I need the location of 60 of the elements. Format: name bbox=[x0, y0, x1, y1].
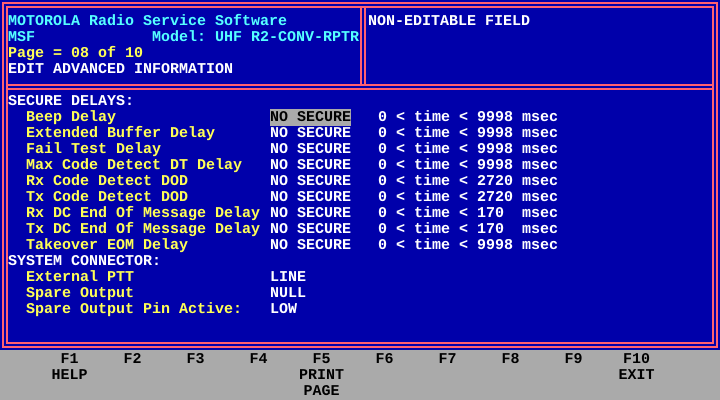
unit-label: msec bbox=[522, 222, 558, 238]
function-key[interactable]: F8 bbox=[479, 352, 542, 400]
range-hint: 0 < time < 9998 bbox=[378, 142, 514, 158]
unit-label: msec bbox=[522, 110, 558, 126]
function-key[interactable]: F9 bbox=[542, 352, 605, 400]
field-info: NON-EDITABLE FIELD bbox=[368, 13, 530, 30]
unit-label: msec bbox=[522, 142, 558, 158]
field-label: Tx DC End Of Message Delay bbox=[26, 222, 262, 238]
unit-label: msec bbox=[522, 126, 558, 142]
function-key[interactable]: F3 bbox=[164, 352, 227, 400]
app-title: MOTOROLA Radio Service Software bbox=[8, 14, 288, 30]
function-key[interactable]: F5 PRINT PAGE bbox=[290, 352, 353, 400]
unit-label: msec bbox=[522, 206, 558, 222]
field-value[interactable]: NO SECURE bbox=[270, 221, 352, 238]
function-key[interactable]: F7 bbox=[416, 352, 479, 400]
field-label: Tx Code Detect DOD bbox=[26, 190, 190, 206]
function-key[interactable]: F10 EXIT bbox=[605, 352, 668, 400]
field-label: Rx Code Detect DOD bbox=[26, 174, 190, 190]
mode-label: EDIT ADVANCED INFORMATION bbox=[8, 62, 234, 78]
field-label: Extended Buffer Delay bbox=[26, 126, 216, 142]
field-value[interactable]: LINE bbox=[270, 269, 306, 286]
range-hint: 0 < time < 170 bbox=[378, 206, 506, 222]
range-hint: 0 < time < 2720 bbox=[378, 190, 514, 206]
range-hint: 0 < time < 9998 bbox=[378, 110, 514, 126]
range-hint: 0 < time < 9998 bbox=[378, 126, 514, 142]
model-label: Model: UHF R2-CONV-RPTR bbox=[152, 30, 360, 46]
field-value[interactable]: NO SECURE bbox=[270, 205, 352, 222]
field-label: Fail Test Delay bbox=[26, 142, 162, 158]
page-indicator: Page = 08 of 10 bbox=[8, 46, 144, 62]
section-heading: SYSTEM CONNECTOR: bbox=[8, 254, 162, 270]
field-label: Spare Output Pin Active: bbox=[26, 302, 244, 318]
field-label: External PTT bbox=[26, 270, 136, 286]
field-label: Spare Output bbox=[26, 286, 136, 302]
field-label: Max Code Detect DT Delay bbox=[26, 158, 244, 174]
unit-label: msec bbox=[522, 238, 558, 254]
field-value[interactable]: NO SECURE bbox=[270, 109, 352, 126]
range-hint: 0 < time < 9998 bbox=[378, 238, 514, 254]
field-value[interactable]: NO SECURE bbox=[270, 141, 352, 158]
field-value[interactable]: NULL bbox=[270, 285, 306, 302]
function-key[interactable]: F1 HELP bbox=[38, 352, 101, 400]
unit-label: msec bbox=[522, 158, 558, 174]
field-value[interactable]: NO SECURE bbox=[270, 157, 352, 174]
field-value[interactable]: NO SECURE bbox=[270, 189, 352, 206]
field-label: Rx DC End Of Message Delay bbox=[26, 206, 262, 222]
unit-label: msec bbox=[522, 174, 558, 190]
field-value[interactable]: NO SECURE bbox=[270, 237, 352, 254]
field-value[interactable]: NO SECURE bbox=[270, 125, 352, 142]
field-label: Takeover EOM Delay bbox=[26, 238, 190, 254]
function-key[interactable]: F4 bbox=[227, 352, 290, 400]
field-value[interactable]: LOW bbox=[270, 301, 298, 318]
section-heading: SECURE DELAYS: bbox=[8, 94, 134, 110]
app-code: MSF bbox=[8, 30, 36, 46]
unit-label: msec bbox=[522, 190, 558, 206]
function-key[interactable]: F6 bbox=[353, 352, 416, 400]
field-label: Beep Delay bbox=[26, 110, 116, 126]
range-hint: 0 < time < 9998 bbox=[378, 158, 514, 174]
function-key[interactable]: F2 bbox=[101, 352, 164, 400]
field-value[interactable]: NO SECURE bbox=[270, 173, 352, 190]
range-hint: 0 < time < 2720 bbox=[378, 174, 514, 190]
range-hint: 0 < time < 170 bbox=[378, 222, 506, 238]
